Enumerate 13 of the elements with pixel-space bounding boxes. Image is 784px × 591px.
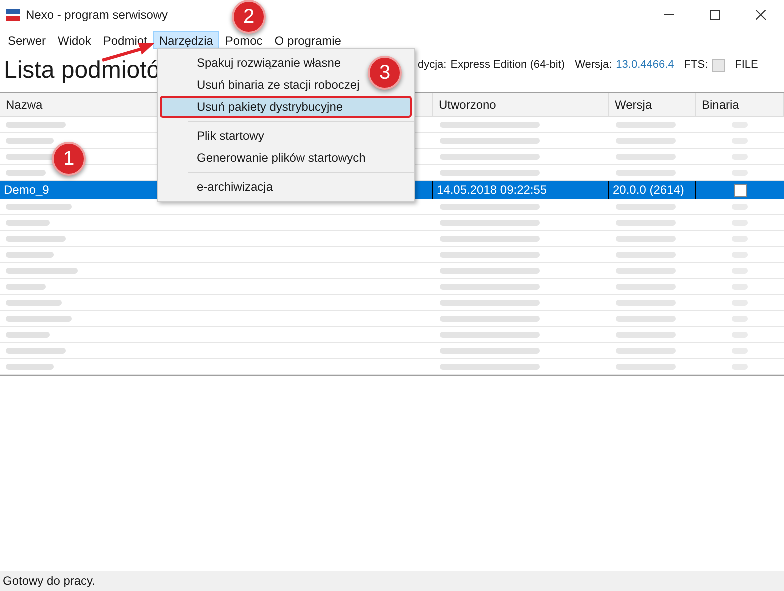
edition-label: dycja:	[418, 58, 447, 73]
number-badge: 1	[52, 142, 86, 176]
version-label: Wersja:	[575, 58, 612, 73]
version-value: 13.0.4466.4	[616, 58, 674, 73]
page-title: Lista podmiotó	[4, 56, 160, 86]
number-badge: 2	[232, 0, 266, 34]
window-title: Nexo - program serwisowy	[26, 7, 168, 24]
table-cell: 20.0.0 (2614)	[609, 181, 696, 199]
file-label: FILE	[735, 58, 758, 73]
edition-value: Express Edition (64-bit)	[450, 58, 566, 73]
status-text: Gotowy do pracy.	[3, 573, 96, 590]
fts-label: FTS:	[684, 58, 708, 73]
table-cell: 14.05.2018 09:22:55	[433, 181, 609, 199]
